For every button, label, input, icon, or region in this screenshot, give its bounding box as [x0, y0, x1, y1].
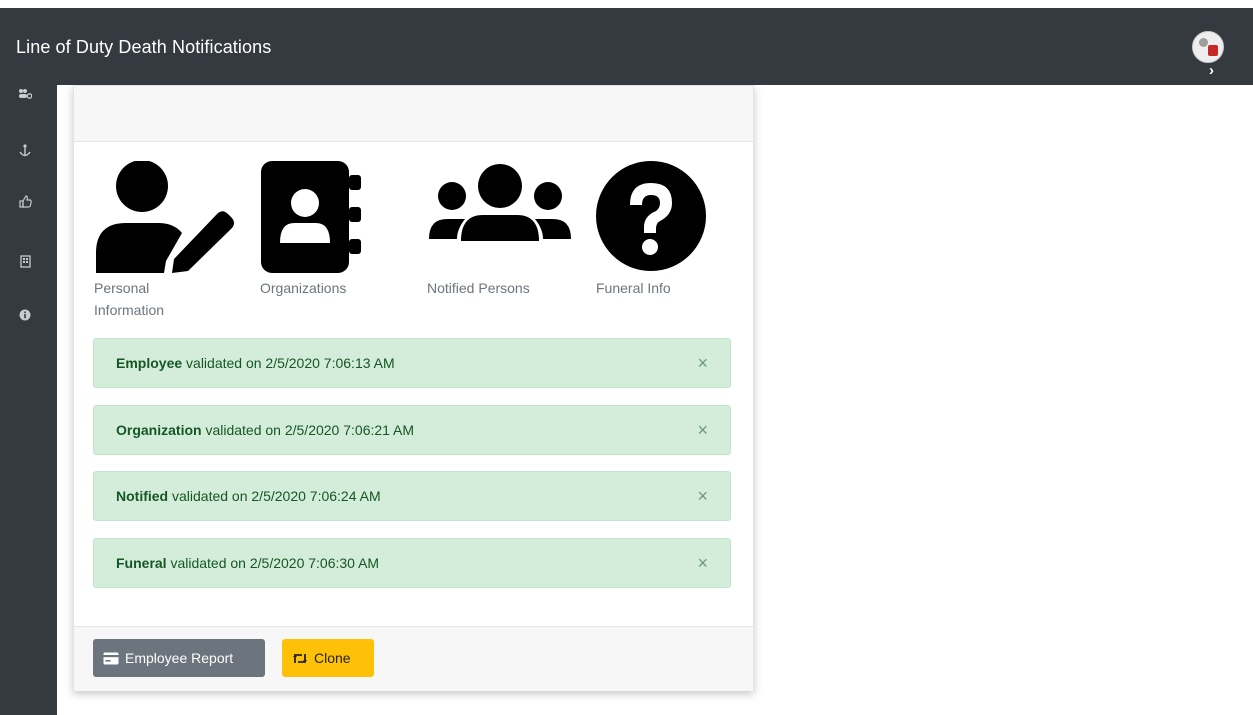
- close-icon[interactable]: ×: [697, 420, 708, 440]
- step-personal-information[interactable]: Personal Information: [94, 161, 239, 318]
- alert-employee-validated: Employee validated on 2/5/2020 7:06:13 A…: [93, 338, 731, 388]
- users-cog-icon[interactable]: [16, 87, 34, 105]
- avatar-badge: [1208, 45, 1218, 56]
- close-icon[interactable]: ×: [697, 486, 708, 506]
- credit-card-icon: [103, 652, 119, 664]
- users-icon: [429, 164, 571, 241]
- step-label-line1: Notified Persons: [427, 280, 530, 296]
- card-footer: Employee Report Clone: [74, 626, 753, 691]
- step-label-line1: Funeral Info: [596, 280, 671, 296]
- employee-report-label: Employee Report: [125, 650, 234, 666]
- alert-text: Funeral validated on 2/5/2020 7:06:30 AM: [116, 555, 379, 571]
- step-organizations[interactable]: Organizations: [260, 161, 405, 296]
- thumbs-up-icon[interactable]: [16, 195, 34, 213]
- retweet-icon: [293, 653, 307, 663]
- clone-button[interactable]: Clone: [282, 639, 374, 677]
- anchor-icon[interactable]: [16, 144, 34, 162]
- app-title: Line of Duty Death Notifications: [16, 37, 272, 57]
- sidebar: [0, 85, 57, 715]
- info-circle-icon[interactable]: [16, 308, 34, 326]
- address-book-icon: [261, 161, 361, 273]
- alert-message: validated on 2/5/2020 7:06:24 AM: [168, 488, 381, 504]
- alert-message: validated on 2/5/2020 7:06:13 AM: [182, 355, 395, 371]
- alert-strong: Employee: [116, 355, 183, 371]
- alert-text: Notified validated on 2/5/2020 7:06:24 A…: [116, 488, 381, 504]
- chevron-right-icon[interactable]: ›: [1209, 62, 1214, 79]
- alert-message: validated on 2/5/2020 7:06:30 AM: [166, 555, 380, 571]
- alert-text: Organization validated on 2/5/2020 7:06:…: [116, 422, 414, 438]
- alert-organization-validated: Organization validated on 2/5/2020 7:06:…: [93, 405, 731, 455]
- step-label-line2: Information: [94, 302, 165, 318]
- employee-card: Personal Information Organizations Notif…: [73, 85, 754, 691]
- building-icon[interactable]: [16, 255, 34, 273]
- card-header: [74, 86, 753, 142]
- close-icon[interactable]: ×: [697, 353, 708, 373]
- close-icon[interactable]: ×: [697, 553, 708, 573]
- avatar-figure: [1199, 38, 1208, 47]
- question-circle-icon: [596, 161, 706, 271]
- user-edit-icon: [96, 161, 234, 273]
- top-navbar: Line of Duty Death Notifications ›: [0, 8, 1253, 85]
- alert-message: validated on 2/5/2020 7:06:21 AM: [201, 422, 415, 438]
- alert-text: Employee validated on 2/5/2020 7:06:13 A…: [116, 355, 395, 371]
- step-label-line1: Personal: [94, 280, 150, 296]
- clone-label: Clone: [314, 650, 351, 666]
- employee-report-button[interactable]: Employee Report: [93, 639, 265, 677]
- user-avatar[interactable]: [1192, 31, 1224, 63]
- alert-strong: Organization: [116, 422, 202, 438]
- alert-notified-validated: Notified validated on 2/5/2020 7:06:24 A…: [93, 471, 731, 521]
- alert-strong: Funeral: [116, 555, 167, 571]
- step-label-line1: Organizations: [260, 280, 347, 296]
- step-funeral-info[interactable]: Funeral Info: [594, 161, 739, 296]
- alert-funeral-validated: Funeral validated on 2/5/2020 7:06:30 AM…: [93, 538, 731, 588]
- alert-strong: Notified: [116, 488, 169, 504]
- step-notified-persons[interactable]: Notified Persons: [427, 161, 572, 296]
